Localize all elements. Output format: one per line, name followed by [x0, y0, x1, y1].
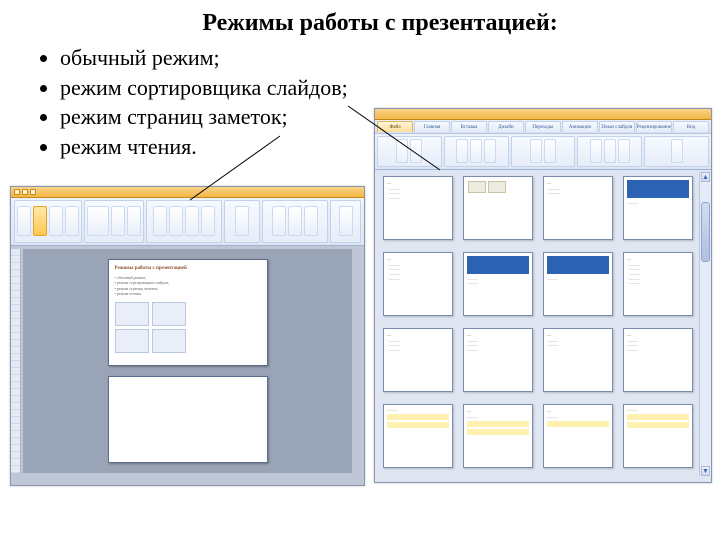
slide-thumbnail: ——————— 43 — [543, 328, 613, 392]
slide-thumbnail: —· ———· ———· ———· ———· ——— 40 — [623, 252, 693, 316]
slide-thumbnail: ——— 45 — [383, 404, 453, 468]
ribbon-tab: Главная — [414, 121, 450, 132]
notes-page-view-screenshot: Режимы работы с презентацией • обычный р… — [10, 186, 365, 486]
slide-thumbnail: —————————— 42 — [463, 328, 533, 392]
ribbon — [375, 134, 711, 170]
slide-thumbnail: —————————— 44 — [623, 328, 693, 392]
slide-sorter-view-screenshot: Файл Главная Вставка Дизайн Переходы Ани… — [374, 108, 712, 483]
ribbon-tab: Анимация — [562, 121, 598, 132]
ribbon-tab: Рецензирование — [636, 121, 672, 132]
notes-pane — [108, 376, 268, 463]
slide-thumbnail: ————————— 35 — [543, 176, 613, 240]
window-titlebar — [11, 187, 364, 198]
ribbon-tab: Файл — [377, 121, 413, 132]
bullet-item: обычный режим; — [60, 43, 720, 73]
slide-thumbnail: ——— 48 — [623, 404, 693, 468]
scroll-thumb[interactable] — [701, 202, 710, 262]
ribbon-tab: Переходы — [525, 121, 561, 132]
scroll-up-arrow[interactable]: ▲ — [701, 172, 710, 182]
ribbon-tabs: Файл Главная Вставка Дизайн Переходы Ани… — [375, 120, 711, 134]
ribbon-tab: Вид — [673, 121, 709, 132]
slide-thumbnail: —· ———· ———· ——— 33 — [383, 176, 453, 240]
slide-thumbnail: ———— 46 — [463, 404, 533, 468]
slide-thumbnail: ——— 36 — [623, 176, 693, 240]
ribbon-tab: Вставка — [451, 121, 487, 132]
slide-thumbnail: —· ———· ———· ———· ——— 37 — [383, 252, 453, 316]
vertical-ruler — [11, 249, 21, 473]
slide-thumbnail: —· ———· ———· ——— 41 — [383, 328, 453, 392]
ribbon — [11, 198, 364, 246]
slide-thumbnail: ———— 47 — [543, 404, 613, 468]
vertical-scrollbar[interactable]: ▲ ▼ — [699, 172, 711, 476]
bullet-item: режим сортировщика слайдов; — [60, 73, 720, 103]
slide-thumbnail: 34 — [463, 176, 533, 240]
page-title: Режимы работы с презентацией: — [0, 10, 720, 37]
scroll-down-arrow[interactable]: ▼ — [701, 466, 710, 476]
ribbon-tab: Показ слайдов — [599, 121, 635, 132]
window-titlebar — [375, 109, 711, 120]
slide-sorter-grid: —· ———· ———· ——— 33 34 ————————— 35 ——— … — [379, 172, 697, 476]
slide-preview: Режимы работы с презентацией • обычный р… — [108, 259, 268, 366]
ribbon-tab: Дизайн — [488, 121, 524, 132]
notes-workspace: Режимы работы с презентацией • обычный р… — [23, 249, 352, 473]
slide-thumbnail: —————— 38 — [463, 252, 533, 316]
slide-thumbnail: ——— 39 — [543, 252, 613, 316]
